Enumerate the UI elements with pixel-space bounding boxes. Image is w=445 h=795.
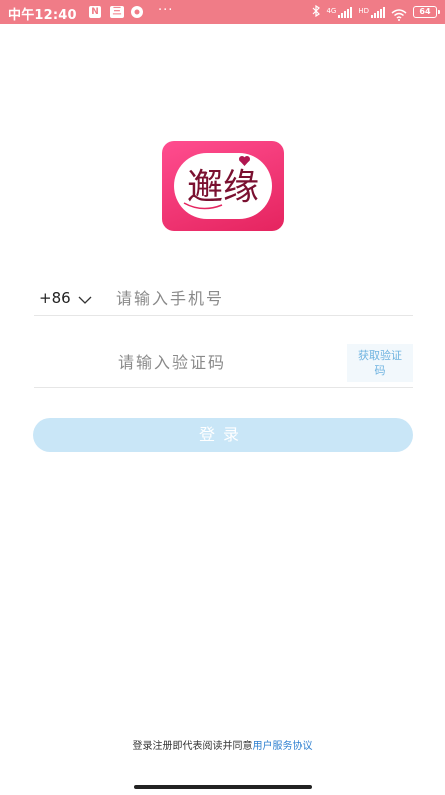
bluetooth-icon [312, 4, 321, 20]
signal-icon-2: HD [358, 6, 385, 18]
notification-app-icon: 三 [110, 6, 124, 18]
agreement-prefix: 登录注册即代表阅读并同意 [132, 741, 253, 752]
phone-input[interactable] [116, 285, 406, 311]
verification-code-input[interactable] [118, 348, 338, 376]
code-row: 获取验证码 [34, 338, 413, 388]
status-bar: 中午12:40 N 三 ··· 4G HD 64 [0, 0, 445, 24]
notification-chat-icon [131, 6, 143, 18]
logo-text: 邂缘 [187, 167, 259, 208]
status-right-icons: 4G HD 64 [312, 4, 440, 21]
chevron-down-icon[interactable] [78, 290, 92, 304]
user-agreement-link[interactable]: 用户服务协议 [253, 741, 313, 752]
country-code-selector[interactable]: +86 [39, 289, 71, 307]
signal-label-2: HD [358, 6, 369, 15]
wifi-icon [391, 6, 407, 21]
signal-icon-1: 4G [326, 6, 353, 18]
login-button[interactable]: 登录 [33, 418, 413, 452]
battery-icon: 64 [413, 6, 440, 18]
status-time: 中午12:40 [8, 8, 77, 23]
status-more-dots: ··· [158, 3, 174, 18]
signal-label-1: 4G [326, 6, 337, 15]
agreement-text: 登录注册即代表阅读并同意用户服务协议 [0, 737, 445, 752]
notification-n-icon: N [89, 6, 101, 18]
get-code-button[interactable]: 获取验证码 [347, 344, 413, 382]
app-logo: 邂缘 [162, 141, 284, 231]
home-indicator[interactable] [134, 785, 312, 789]
logo-art: 邂缘 [183, 156, 259, 210]
phone-row: +86 [34, 280, 413, 316]
